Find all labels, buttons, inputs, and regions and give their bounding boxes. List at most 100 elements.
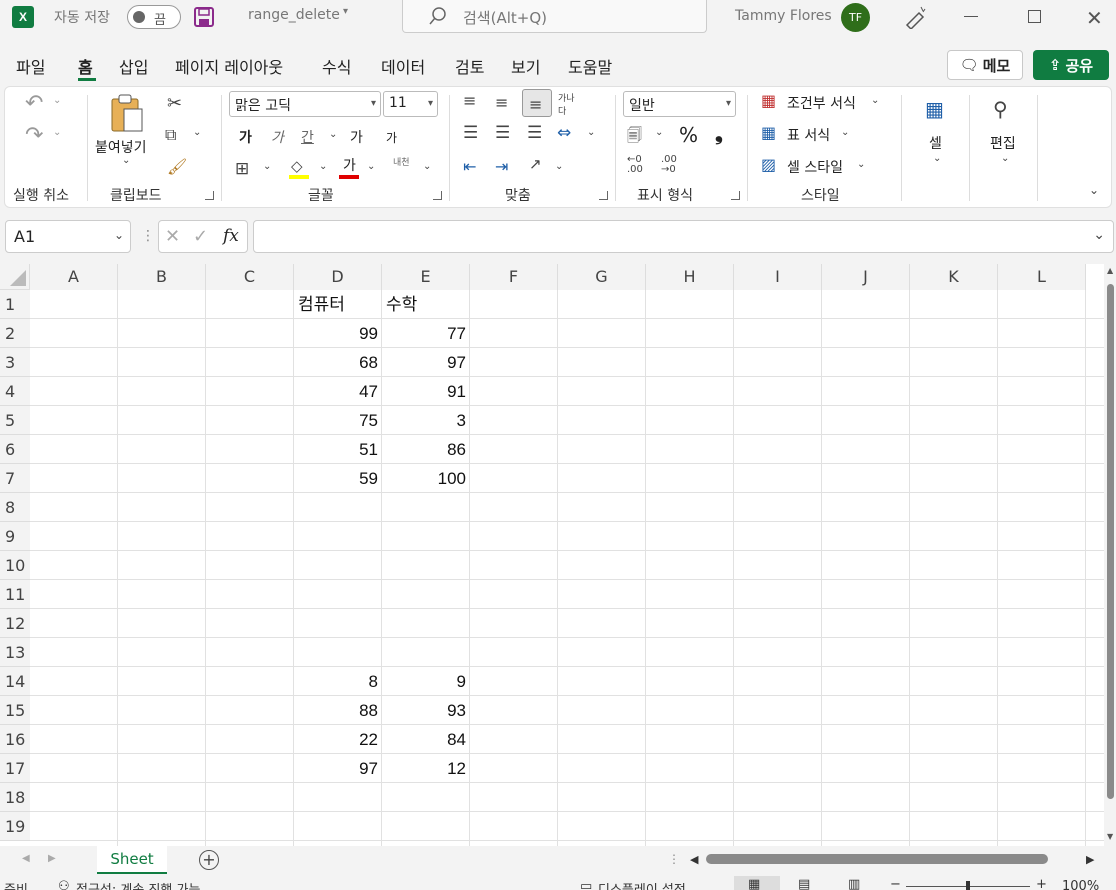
row-header-10[interactable]: 10	[0, 551, 30, 580]
spreadsheet-grid[interactable]: ABCDEFGHIJKL 1 2 3 4 5 6 7 8 9 10 11 12 13 14 15 16 17 18…	[0, 264, 1104, 846]
display-settings[interactable]: 디스플레이 설정	[598, 879, 686, 890]
cell-d16[interactable]: 22	[294, 725, 382, 754]
conditional-format-icon[interactable]: ▦	[761, 91, 776, 110]
font-size-select[interactable]: 11 ▾	[383, 91, 438, 117]
scroll-up-icon[interactable]: ▲	[1107, 266, 1113, 275]
comma-button[interactable]: ❟	[715, 121, 723, 145]
redo-dropdown-icon[interactable]: ⌄	[53, 127, 61, 138]
cell-e5[interactable]: 3	[382, 406, 470, 435]
cell-e16[interactable]: 84	[382, 725, 470, 754]
row-header-18[interactable]: 18	[0, 783, 30, 812]
file-name[interactable]: range_delete	[248, 7, 340, 23]
fill-color-icon[interactable]: ◇	[291, 157, 303, 175]
border-icon[interactable]: ⊞	[235, 159, 249, 179]
wrap-orient-icon[interactable]: 가나 다	[558, 91, 575, 117]
add-sheet-icon[interactable]: +	[199, 850, 219, 870]
editing-dropdown-icon[interactable]: ⌄	[1001, 153, 1009, 164]
accounting-icon[interactable]: 🗐	[627, 125, 642, 150]
underline-button[interactable]: 간	[301, 127, 314, 147]
table-format-button[interactable]: 표 서식	[787, 125, 830, 145]
column-header-a[interactable]: A	[30, 264, 118, 290]
underline-dropdown-icon[interactable]: ⌄	[329, 129, 337, 140]
row-header-5[interactable]: 5	[0, 406, 30, 435]
align-left-icon[interactable]: ☰	[463, 123, 478, 143]
decrease-indent-icon[interactable]: ⇤	[463, 157, 476, 176]
autosave-toggle[interactable]: 끔	[127, 5, 181, 29]
cell-d15[interactable]: 88	[294, 696, 382, 725]
row-header-17[interactable]: 17	[0, 754, 30, 783]
fill-dropdown-icon[interactable]: ⌄	[319, 161, 327, 172]
expand-formula-icon[interactable]: ⌄	[1093, 227, 1105, 243]
clipboard-launcher-icon[interactable]	[205, 191, 214, 200]
tab-help[interactable]: 도움말	[568, 54, 612, 78]
page-break-view-icon[interactable]: ▥	[848, 877, 860, 890]
prev-sheet-icon[interactable]: ◀	[22, 853, 30, 864]
horizontal-scroll-thumb[interactable]	[706, 854, 1048, 864]
table-format-dropdown-icon[interactable]: ⌄	[841, 127, 849, 138]
conditional-format-dropdown-icon[interactable]: ⌄	[871, 95, 879, 106]
row-header-3[interactable]: 3	[0, 348, 30, 377]
cell-d17[interactable]: 97	[294, 754, 382, 783]
user-name[interactable]: Tammy Flores	[735, 8, 832, 24]
number-format-select[interactable]: 일반 ▾	[623, 91, 736, 117]
copy-icon[interactable]: ⧉	[165, 125, 176, 145]
copy-dropdown-icon[interactable]: ⌄	[193, 127, 201, 138]
vertical-scroll-thumb[interactable]	[1107, 284, 1114, 799]
tab-data[interactable]: 데이터	[381, 54, 425, 78]
row-header-7[interactable]: 7	[0, 464, 30, 493]
cells-icon[interactable]: ▦	[925, 97, 944, 121]
cells-dropdown-icon[interactable]: ⌄	[933, 153, 941, 164]
accessibility-status[interactable]: 접근성: 계속 진행 가능	[76, 879, 200, 890]
increase-indent-icon[interactable]: ⇥	[495, 157, 508, 176]
select-all-corner[interactable]	[0, 264, 30, 290]
scroll-left-icon[interactable]: ◀	[690, 853, 698, 866]
phonetic-button[interactable]: 내천	[393, 155, 410, 168]
row-header-6[interactable]: 6	[0, 435, 30, 464]
close-icon[interactable]: ✕	[1086, 6, 1103, 30]
column-header-g[interactable]: G	[558, 264, 646, 290]
cell-d6[interactable]: 51	[294, 435, 382, 464]
cell-d1[interactable]: 컴퓨터	[294, 290, 382, 319]
decrease-decimal-icon[interactable]: .00 →0	[661, 155, 677, 175]
maximize-icon[interactable]	[1028, 10, 1041, 23]
cell-d7[interactable]: 59	[294, 464, 382, 493]
find-icon[interactable]: ⚲	[993, 97, 1008, 121]
row-header-11[interactable]: 11	[0, 580, 30, 609]
font-color-dropdown-icon[interactable]: ⌄	[367, 161, 375, 172]
row-header-16[interactable]: 16	[0, 725, 30, 754]
row-header-4[interactable]: 4	[0, 377, 30, 406]
phonetic-dropdown-icon[interactable]: ⌄	[423, 161, 431, 172]
tab-split-icon[interactable]: ⋮	[668, 852, 680, 866]
increase-decimal-icon[interactable]: ←0.00	[627, 155, 643, 175]
row-header-8[interactable]: 8	[0, 493, 30, 522]
cell-d4[interactable]: 47	[294, 377, 382, 406]
cell-style-button[interactable]: 셀 스타일	[787, 157, 843, 177]
normal-view-button[interactable]: ▦	[734, 876, 780, 890]
tab-view[interactable]: 보기	[511, 54, 540, 78]
table-format-icon[interactable]: ▦	[761, 123, 776, 142]
row-header-2[interactable]: 2	[0, 319, 30, 348]
column-header-f[interactable]: F	[470, 264, 558, 290]
column-header-d[interactable]: D	[294, 264, 382, 290]
zoom-slider-thumb[interactable]	[966, 881, 970, 890]
minimize-icon[interactable]	[964, 16, 978, 17]
column-header-h[interactable]: H	[646, 264, 734, 290]
cell-d14[interactable]: 8	[294, 667, 382, 696]
bold-button[interactable]: 가	[239, 127, 252, 147]
avatar[interactable]: TF	[841, 3, 870, 32]
sheet-tab[interactable]: Sheet	[97, 846, 167, 874]
row-header-1[interactable]: 1	[0, 290, 30, 319]
paste-label[interactable]: 붙여넣기	[95, 137, 147, 157]
column-header-k[interactable]: K	[910, 264, 998, 290]
scroll-down-icon[interactable]: ▼	[1107, 832, 1113, 841]
name-box[interactable]: A1 ⌄	[5, 220, 131, 253]
cell-e6[interactable]: 86	[382, 435, 470, 464]
column-header-j[interactable]: J	[822, 264, 910, 290]
grow-font-button[interactable]: 가	[350, 127, 363, 147]
page-layout-view-icon[interactable]: ▤	[798, 877, 810, 890]
cell-style-icon[interactable]: ▨	[761, 155, 776, 174]
enter-icon[interactable]: ✓	[193, 226, 208, 247]
cell-e3[interactable]: 97	[382, 348, 470, 377]
row-header-14[interactable]: 14	[0, 667, 30, 696]
shrink-font-button[interactable]: 가	[386, 129, 397, 146]
